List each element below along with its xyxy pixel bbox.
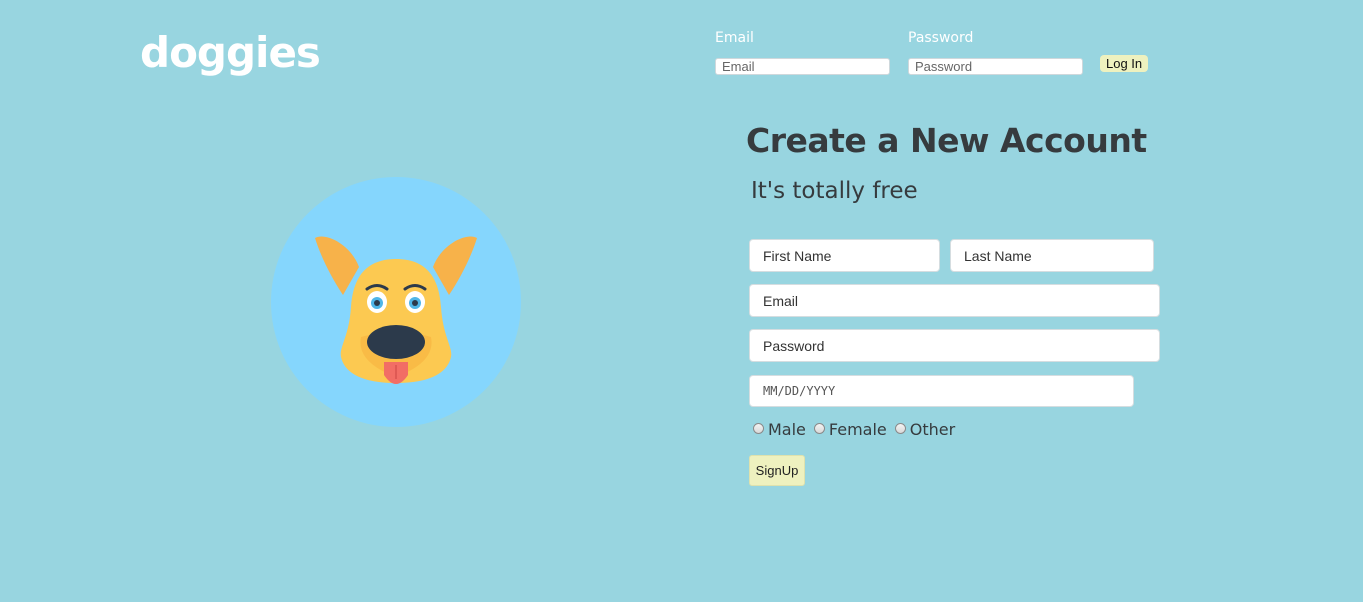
site-logo[interactable]: doggies <box>140 26 321 80</box>
gender-male-option[interactable]: Male <box>753 420 806 439</box>
login-password-label: Password <box>908 30 974 46</box>
gender-other-label: Other <box>909 420 956 439</box>
hero-image <box>271 177 521 427</box>
gender-radio-group: Male Female Other <box>753 420 963 439</box>
signup-email-input[interactable] <box>749 284 1160 317</box>
gender-female-radio[interactable] <box>813 423 825 434</box>
gender-other-radio[interactable] <box>894 423 906 434</box>
gender-other-option[interactable]: Other <box>894 420 956 439</box>
signup-password-input[interactable] <box>749 329 1160 362</box>
gender-male-radio[interactable] <box>753 423 764 434</box>
dog-face-icon <box>315 236 477 384</box>
page-title: Create a New Account <box>746 121 1147 160</box>
gender-female-option[interactable]: Female <box>813 420 887 439</box>
login-button[interactable]: Log In <box>1100 55 1149 72</box>
signup-button[interactable]: SignUp <box>749 455 805 486</box>
page-subtitle: It's totally free <box>751 178 918 204</box>
first-name-input[interactable] <box>749 239 940 272</box>
login-password-input[interactable] <box>908 58 1083 75</box>
gender-female-label: Female <box>828 420 887 439</box>
gender-male-label: Male <box>768 420 806 439</box>
birthday-input[interactable] <box>749 375 1134 407</box>
login-email-input[interactable] <box>715 58 890 75</box>
last-name-input[interactable] <box>950 239 1154 272</box>
login-email-label: Email <box>715 30 754 46</box>
